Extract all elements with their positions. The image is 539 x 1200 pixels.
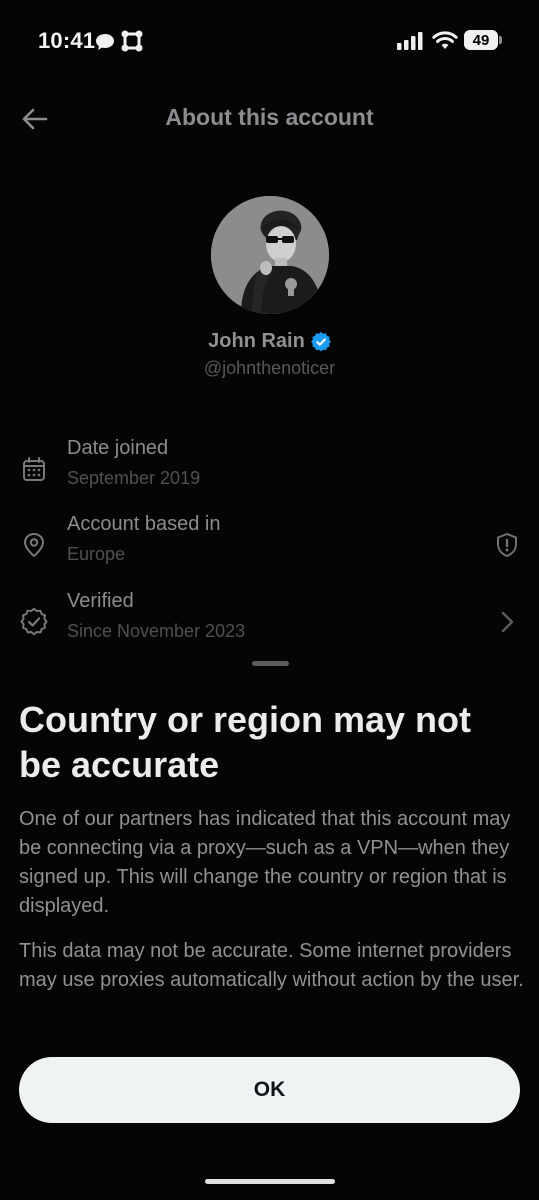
ok-button[interactable]: OK bbox=[19, 1057, 520, 1123]
shield-alert-icon[interactable] bbox=[493, 531, 521, 559]
battery-cap bbox=[499, 36, 502, 44]
verified-value: Since November 2023 bbox=[67, 621, 246, 641]
verified-badge-icon bbox=[20, 608, 48, 636]
calendar-icon bbox=[23, 457, 45, 481]
page-title: About this account bbox=[165, 104, 374, 130]
battery-icon: 49 bbox=[464, 30, 498, 50]
profile-name-row: John Rain bbox=[0, 330, 539, 353]
info-row-account-based-in: Account based in Europe bbox=[0, 513, 539, 573]
info-row-verified[interactable]: Verified Since November 2023 bbox=[0, 590, 539, 650]
profile-name: John Rain bbox=[208, 330, 305, 352]
battery-level: 49 bbox=[472, 31, 490, 49]
chat-bubble-icon bbox=[96, 34, 114, 50]
status-time: 10:41 bbox=[38, 28, 96, 53]
profile-handle: @johnthenoticer bbox=[203, 358, 336, 378]
app-status-icon bbox=[121, 30, 143, 52]
status-bar: 10:41 49 bbox=[0, 0, 539, 80]
header: About this account bbox=[0, 88, 539, 150]
verified-checkmark-icon bbox=[310, 331, 331, 351]
screen: 10:41 49 About this account John Rain @j… bbox=[0, 0, 539, 1200]
info-row-date-joined: Date joined September 2019 bbox=[0, 437, 539, 497]
sheet-paragraph-accuracy: This data may not be accurate. Some inte… bbox=[19, 940, 524, 991]
home-indicator[interactable] bbox=[205, 1179, 335, 1184]
account-based-in-value: Europe bbox=[67, 544, 126, 564]
avatar-image bbox=[211, 196, 329, 314]
account-based-in-label: Account based in bbox=[67, 513, 221, 535]
profile-avatar[interactable] bbox=[211, 196, 329, 314]
chevron-right-icon bbox=[501, 611, 514, 633]
sheet-drag-handle[interactable] bbox=[252, 661, 289, 666]
date-joined-value: September 2019 bbox=[67, 468, 201, 488]
sheet-paragraph-proxy: One of our partners has indicated that t… bbox=[19, 808, 511, 917]
wifi-icon bbox=[432, 31, 458, 49]
date-joined-label: Date joined bbox=[67, 437, 169, 459]
sheet-title: Country or region may not be accurate bbox=[19, 699, 472, 785]
verified-label: Verified bbox=[67, 590, 134, 612]
signal-icon bbox=[397, 32, 423, 50]
location-pin-icon bbox=[24, 533, 44, 557]
